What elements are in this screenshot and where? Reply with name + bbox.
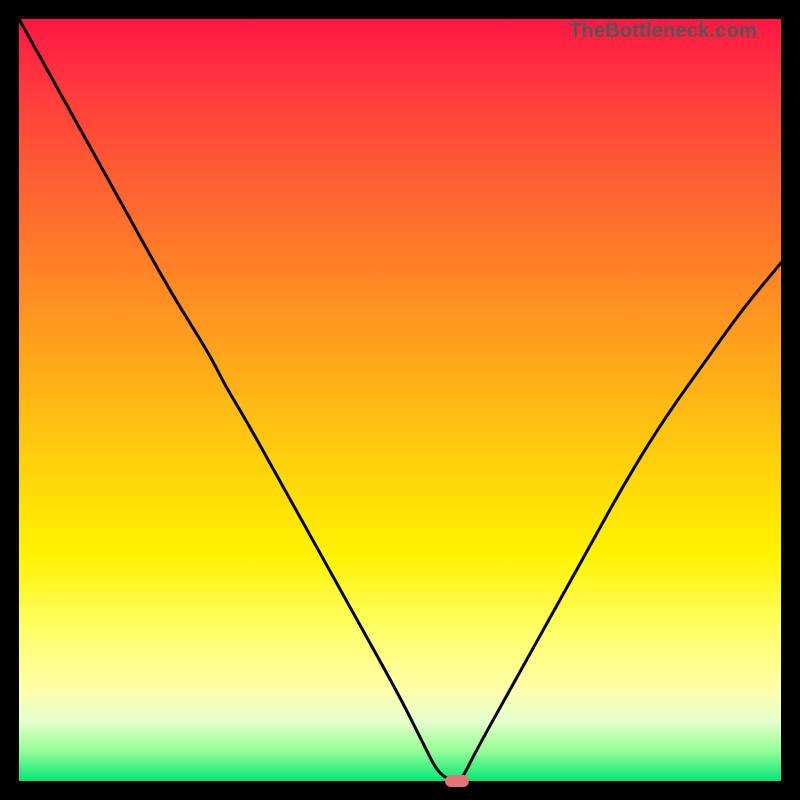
curve-path [19,19,781,781]
bottleneck-curve [19,19,781,781]
chart-frame: TheBottleneck.com [0,0,800,800]
plot-area: TheBottleneck.com [19,19,781,781]
optimum-marker [445,775,469,787]
